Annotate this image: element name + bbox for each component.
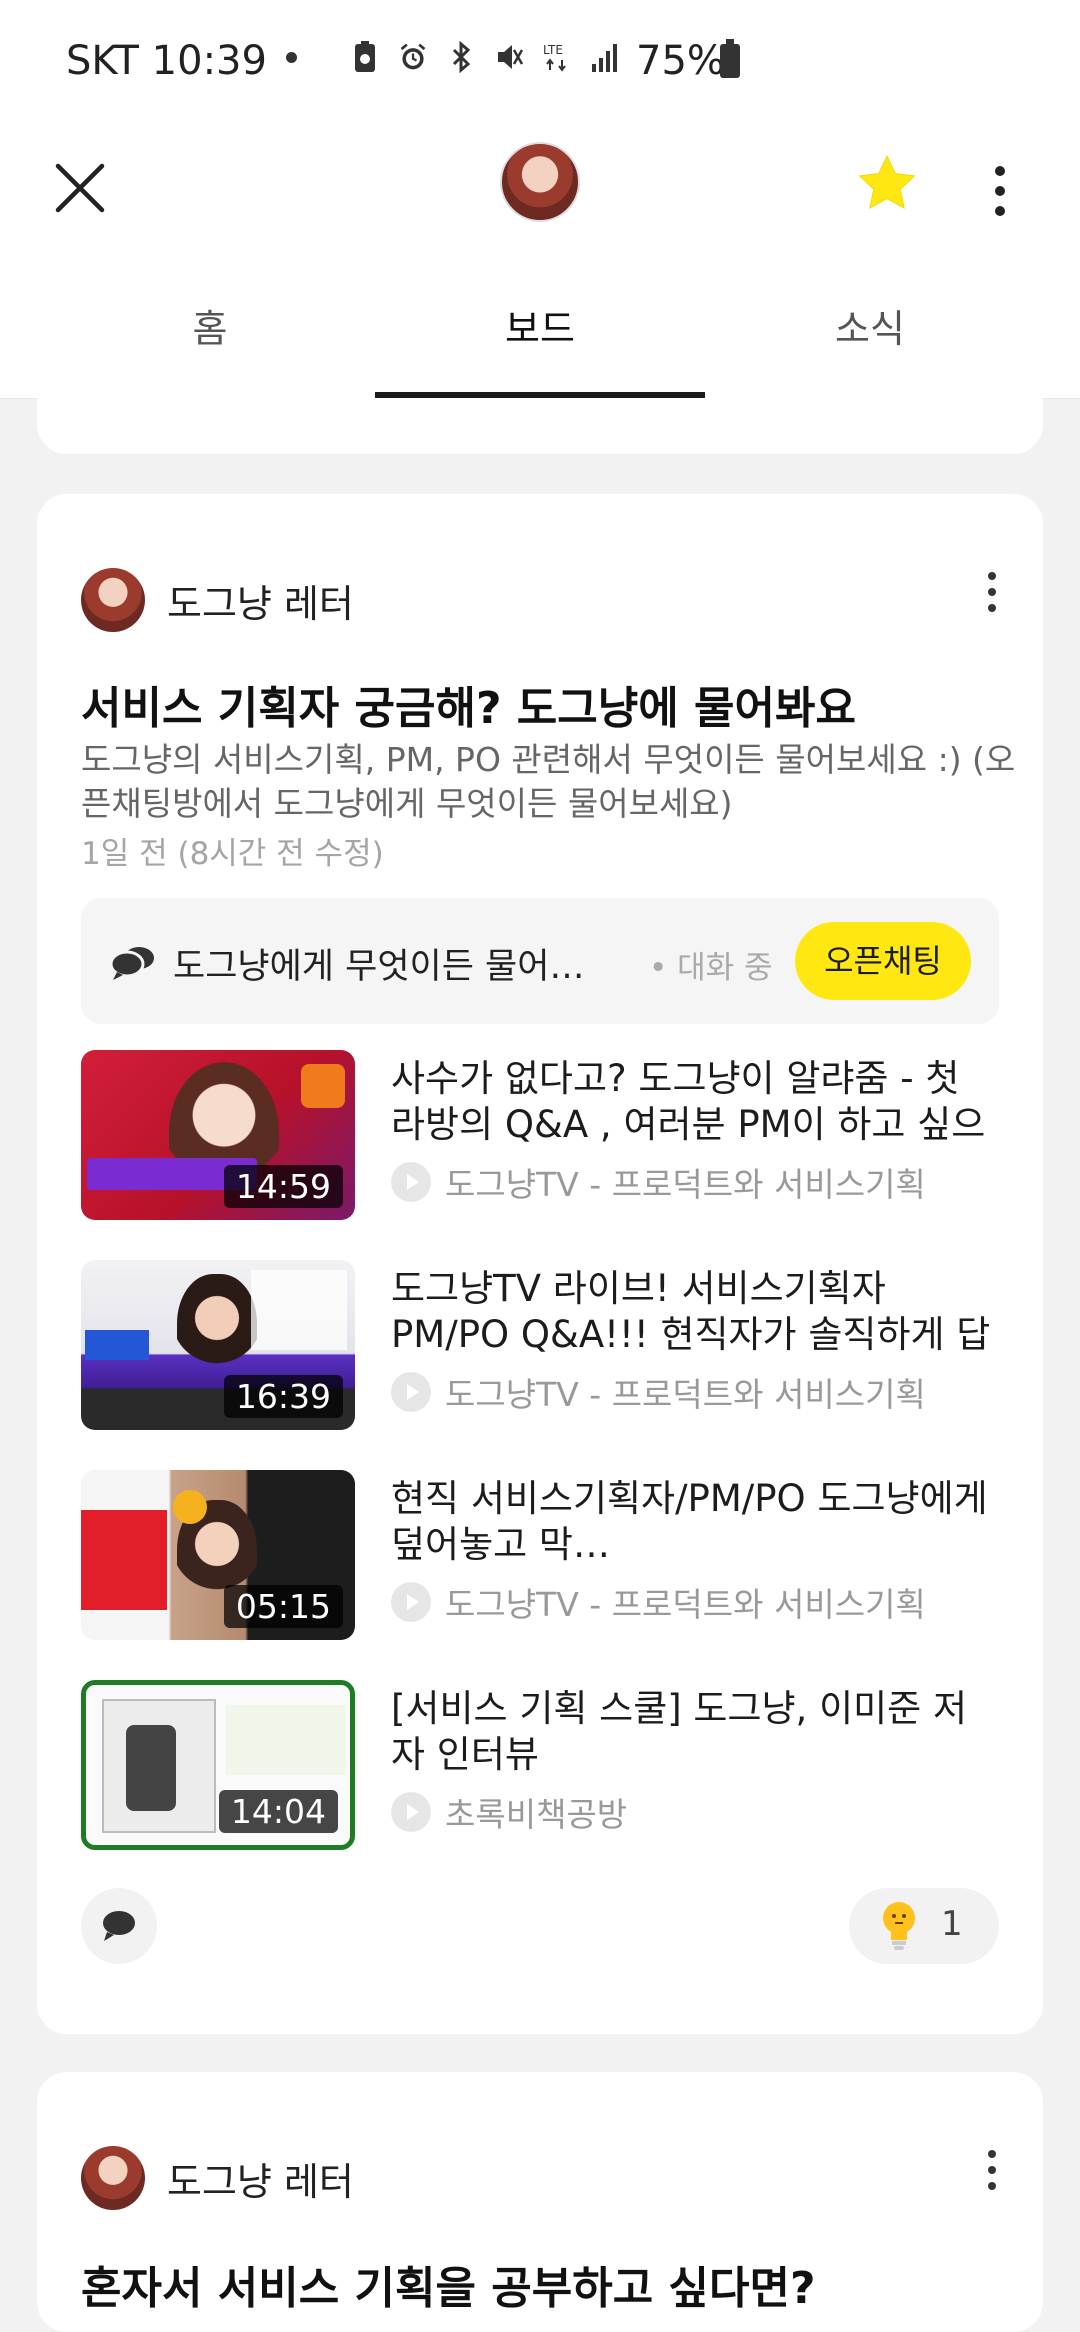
open-chat-title: 도그냥에게 무엇이든 물어보세요 xyxy=(173,947,613,987)
youtube-icon xyxy=(391,1162,431,1202)
next-post-card: 도그냥 레터 혼자서 서비스 기획을 공부하고 싶다면? xyxy=(37,2072,1043,2332)
close-icon[interactable] xyxy=(52,160,108,216)
comment-button[interactable] xyxy=(81,1888,157,1964)
battery-saver-icon xyxy=(355,41,375,72)
post-card: 도그냥 레터 서비스 기획자 궁금해? 도그냥에 물어봐요 도그냥의 서비스기획… xyxy=(37,494,1043,2034)
video-source: 도그냥TV - 프로덕트와 서비스기획 xyxy=(391,1160,1001,1204)
video-thumbnail[interactable]: 14:59 xyxy=(81,1050,355,1220)
comment-icon xyxy=(103,1911,135,1941)
youtube-icon xyxy=(391,1372,431,1412)
tab-board[interactable]: 보드 xyxy=(375,270,705,398)
video-source: 초록비책공방 xyxy=(391,1790,1001,1834)
video-thumbnail[interactable]: 05:15 xyxy=(81,1470,355,1640)
alarm-icon xyxy=(400,43,426,70)
video-title: 사수가 없다고? 도그냥이 알랴줌 - 첫 라방의 Q&A , 여러분 PM이 … xyxy=(391,1057,986,1146)
tab-news[interactable]: 소식 xyxy=(705,270,1035,398)
post-title[interactable]: 서비스 기획자 궁금해? 도그냥에 물어봐요 xyxy=(81,672,1001,736)
video-duration: 16:39 xyxy=(223,1375,343,1418)
video-source-name: 도그냥TV - 프로덕트와 서비스기획 xyxy=(445,1165,926,1204)
author-name: 도그냥 레터 xyxy=(167,2159,354,2204)
lte-icon: LTE xyxy=(543,43,566,72)
previous-card-bottom xyxy=(37,398,1043,454)
video-source: 도그냥TV - 프로덕트와 서비스기획 xyxy=(391,1580,1001,1624)
chat-status: • 대화 중 xyxy=(649,950,773,986)
channel-profile-image[interactable] xyxy=(500,142,580,222)
video-item[interactable]: 14:59 사수가 없다고? 도그냥이 알랴줌 - 첫 라방의 Q&A , 여러… xyxy=(81,1050,1011,1220)
post-author[interactable]: 도그냥 레터 xyxy=(81,2146,354,2210)
youtube-icon xyxy=(391,1792,431,1832)
video-item[interactable]: 05:15 현직 서비스기획자/PM/PO 도그냥에게 덮어놓고 막… 도그냥T… xyxy=(81,1470,1011,1640)
tab-bar: 홈 보드 소식 xyxy=(0,270,1080,399)
post-more-icon[interactable] xyxy=(982,572,1002,616)
video-source-name: 도그냥TV - 프로덕트와 서비스기획 xyxy=(445,1585,926,1624)
video-source: 도그냥TV - 프로덕트와 서비스기획 xyxy=(391,1370,1001,1414)
open-chat-box[interactable]: 도그냥에게 무엇이든 물어보세요 • 대화 중 오픈채팅 xyxy=(81,898,999,1024)
post-description: 도그냥의 서비스기획, PM, PO 관련해서 무엇이든 물어보세요 :) (오… xyxy=(81,740,1016,823)
video-title: [서비스 기획 스쿨] 도그냥, 이미준 저자 인터뷰 xyxy=(391,1687,967,1776)
video-source-name: 초록비책공방 xyxy=(445,1795,628,1834)
video-thumbnail[interactable]: 16:39 xyxy=(81,1260,355,1430)
video-duration: 14:04 xyxy=(218,1790,338,1833)
video-duration: 14:59 xyxy=(223,1165,343,1208)
open-chat-button[interactable]: 오픈채팅 xyxy=(795,922,971,1000)
video-item[interactable]: 14:04 [서비스 기획 스쿨] 도그냥, 이미준 저자 인터뷰 초록비책공방 xyxy=(81,1680,1011,1850)
post-title[interactable]: 혼자서 서비스 기획을 공부하고 싶다면? xyxy=(81,2252,1001,2316)
video-title: 현직 서비스기획자/PM/PO 도그냥에게 덮어놓고 막… xyxy=(391,1477,988,1566)
mute-icon xyxy=(498,45,524,69)
video-duration: 05:15 xyxy=(223,1585,343,1628)
status-icons: LTE xyxy=(350,40,620,74)
video-title: 도그냥TV 라이브! 서비스기획자 PM/PO Q&A!!! 현직자가 솔직하게… xyxy=(391,1267,991,1356)
post-time: 1일 전 (8시간 전 수정) xyxy=(81,836,384,872)
avatar xyxy=(81,568,145,632)
avatar xyxy=(81,2146,145,2210)
app-bar xyxy=(0,120,1080,270)
video-thumbnail[interactable]: 14:04 xyxy=(81,1680,355,1850)
carrier-time: SKT 10:39 xyxy=(66,38,267,84)
signal-icon xyxy=(592,44,617,72)
post-more-icon[interactable] xyxy=(982,2150,1002,2194)
status-bar: SKT 10:39 LTE 75% xyxy=(0,0,1080,120)
battery-icon xyxy=(720,39,740,78)
video-item[interactable]: 16:39 도그냥TV 라이브! 서비스기획자 PM/PO Q&A!!! 현직자… xyxy=(81,1260,1011,1430)
more-vertical-icon[interactable] xyxy=(984,160,1016,220)
battery-percent: 75% xyxy=(636,38,725,84)
svg-text:LTE: LTE xyxy=(543,43,563,57)
like-button[interactable]: 1 xyxy=(849,1888,999,1964)
like-count: 1 xyxy=(941,1904,963,1944)
youtube-icon xyxy=(391,1582,431,1622)
notification-dot xyxy=(286,52,297,63)
star-icon[interactable] xyxy=(856,152,918,214)
author-name: 도그냥 레터 xyxy=(167,581,354,626)
tab-home[interactable]: 홈 xyxy=(45,270,375,398)
post-author[interactable]: 도그냥 레터 xyxy=(81,568,354,632)
lightbulb-icon xyxy=(883,1902,915,1950)
video-source-name: 도그냥TV - 프로덕트와 서비스기획 xyxy=(445,1375,926,1414)
chat-bubbles-icon xyxy=(109,947,154,980)
bluetooth-icon xyxy=(452,40,471,74)
